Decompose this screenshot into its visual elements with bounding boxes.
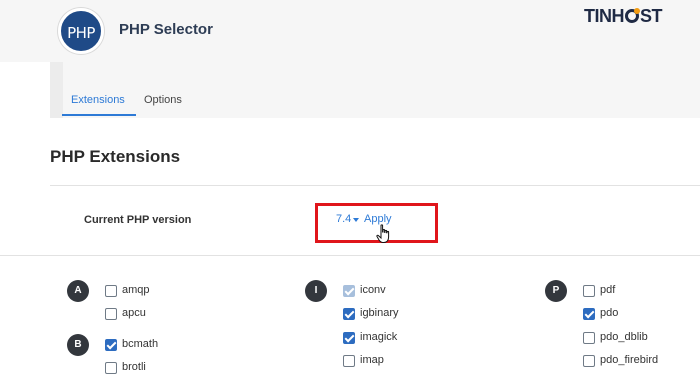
extension-label-pdo-dblib: pdo_dblib	[600, 331, 648, 343]
checkbox-imagick[interactable]	[343, 332, 355, 344]
hand-cursor-icon	[376, 224, 390, 243]
extension-label-pdo: pdo	[600, 307, 619, 319]
checkbox-iconv	[343, 285, 355, 297]
checkbox-pdo[interactable]	[583, 308, 595, 320]
extension-label-igbinary: igbinary	[360, 307, 399, 319]
checkbox-igbinary[interactable]	[343, 308, 355, 320]
extension-label-pdf: pdf	[600, 284, 616, 296]
brand-text-left: TIN	[584, 6, 612, 26]
brand-o-icon	[625, 8, 640, 23]
extension-label-iconv: iconv	[360, 284, 386, 296]
extension-label-apcu: apcu	[122, 307, 146, 319]
extension-label-pdo-firebird: pdo_firebird	[600, 354, 659, 366]
checkbox-apcu[interactable]	[105, 308, 117, 320]
checkbox-pdf[interactable]	[583, 285, 595, 297]
checkbox-amqp[interactable]	[105, 285, 117, 297]
extension-label-imap: imap	[360, 354, 384, 366]
checkbox-pdo-firebird[interactable]	[583, 355, 595, 367]
group-letter-p: P	[545, 280, 567, 302]
page-title: PHP Selector	[119, 21, 213, 38]
extension-label-amqp: amqp	[122, 284, 150, 296]
tabs-panel	[50, 62, 700, 118]
group-letter-i: I	[305, 280, 327, 302]
checkbox-brotli[interactable]	[105, 362, 117, 374]
tab-options[interactable]: Options	[144, 94, 182, 106]
php-logo: PHP	[58, 8, 104, 54]
brand-text-tail: ST	[640, 6, 663, 26]
tabs-side-strip	[50, 62, 63, 118]
section-title: PHP Extensions	[50, 147, 181, 166]
checkbox-bcmath[interactable]	[105, 339, 117, 351]
active-tab-indicator	[62, 114, 136, 116]
divider	[0, 255, 700, 256]
group-letter-a: A	[67, 280, 89, 302]
checkbox-imap[interactable]	[343, 355, 355, 367]
php-logo-text: PHP	[67, 24, 95, 42]
brand-text-h: H	[611, 6, 625, 26]
extension-label-imagick: imagick	[360, 331, 398, 343]
divider	[50, 185, 700, 186]
checkbox-pdo-dblib[interactable]	[583, 332, 595, 344]
current-version-label: Current PHP version	[84, 214, 192, 226]
extension-label-brotli: brotli	[122, 361, 146, 373]
brand-watermark: TINH ST	[584, 6, 663, 26]
tab-extensions[interactable]: Extensions	[71, 94, 125, 106]
extension-label-bcmath: bcmath	[122, 338, 159, 350]
group-letter-b: B	[67, 334, 89, 356]
